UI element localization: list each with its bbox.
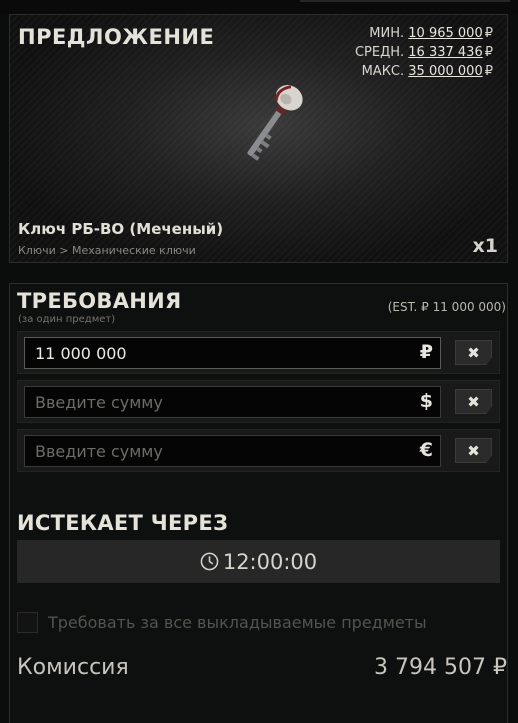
rouble-icon: ₽ bbox=[484, 64, 493, 79]
requirements-title: ТРЕБОВАНИЯ bbox=[17, 289, 182, 313]
top-strip bbox=[0, 0, 518, 14]
euro-row: € ✖ bbox=[17, 429, 500, 472]
offer-panel: ПРЕДЛОЖЕНИЕ МИН. 10 965 000 ₽ СРЕДН. 16 3… bbox=[9, 14, 508, 263]
rouble-amount-field[interactable]: ₽ bbox=[24, 337, 441, 369]
item-breadcrumb[interactable]: Ключи > Механические ключи bbox=[18, 244, 196, 257]
require-all-label: Требовать за все выкладываемые предметы bbox=[48, 613, 427, 632]
clear-euro-button[interactable]: ✖ bbox=[455, 438, 492, 463]
require-all-checkbox[interactable] bbox=[17, 612, 38, 633]
dollar-icon: $ bbox=[419, 390, 433, 412]
euro-amount-field[interactable]: € bbox=[24, 435, 441, 467]
offer-title: ПРЕДЛОЖЕНИЕ bbox=[18, 25, 215, 49]
rouble-icon: ₽ bbox=[484, 26, 493, 41]
rouble-amount-input[interactable] bbox=[25, 338, 410, 368]
price-avg: СРЕДН. 16 337 436 ₽ bbox=[355, 43, 493, 62]
clear-rouble-button[interactable]: ✖ bbox=[455, 340, 492, 365]
requirements-panel: ТРЕБОВАНИЯ (за один предмет) (EST. ₽ 11 … bbox=[9, 283, 508, 723]
item-quantity: x1 bbox=[472, 235, 498, 257]
rouble-row: ₽ ✖ bbox=[17, 331, 500, 374]
rouble-icon: ₽ bbox=[419, 341, 433, 363]
clear-dollar-button[interactable]: ✖ bbox=[455, 389, 492, 414]
dollar-row: $ ✖ bbox=[17, 380, 500, 423]
require-all-option[interactable]: Требовать за все выкладываемые предметы bbox=[17, 612, 427, 633]
price-max-label: МАКС. bbox=[361, 64, 405, 79]
estimate-label: (EST. ₽ 11 000 000) bbox=[387, 300, 506, 314]
commission-value: 3 794 507 ₽ bbox=[374, 655, 507, 680]
rouble-icon: ₽ bbox=[484, 45, 493, 60]
price-max-value[interactable]: 35 000 000 bbox=[408, 64, 482, 79]
price-summary: МИН. 10 965 000 ₽ СРЕДН. 16 337 436 ₽ МАКС… bbox=[355, 24, 493, 81]
price-min-label: МИН. bbox=[369, 26, 405, 41]
price-min-value[interactable]: 10 965 000 bbox=[408, 26, 482, 41]
expiry-selector[interactable]: 12:00:00 bbox=[17, 540, 500, 583]
tab-indicator bbox=[300, 0, 510, 2]
dollar-amount-field[interactable]: $ bbox=[24, 386, 441, 418]
price-min: МИН. 10 965 000 ₽ bbox=[355, 24, 493, 43]
price-avg-label: СРЕДН. bbox=[354, 45, 405, 60]
requirements-subtitle: (за один предмет) bbox=[18, 314, 116, 325]
euro-icon: € bbox=[419, 439, 433, 461]
clock-icon bbox=[200, 552, 219, 571]
price-max: МАКС. 35 000 000 ₽ bbox=[355, 62, 493, 81]
key-item-image bbox=[247, 85, 303, 161]
item-name: Ключ РБ-ВО (Меченый) bbox=[18, 220, 224, 238]
expiry-time: 12:00:00 bbox=[222, 549, 318, 574]
euro-amount-input[interactable] bbox=[25, 436, 410, 466]
expiry-title: ИСТЕКАЕТ ЧЕРЕЗ bbox=[17, 511, 229, 535]
commission-label: Комиссия bbox=[17, 655, 129, 680]
price-avg-value[interactable]: 16 337 436 bbox=[408, 45, 482, 60]
dollar-amount-input[interactable] bbox=[25, 387, 410, 417]
